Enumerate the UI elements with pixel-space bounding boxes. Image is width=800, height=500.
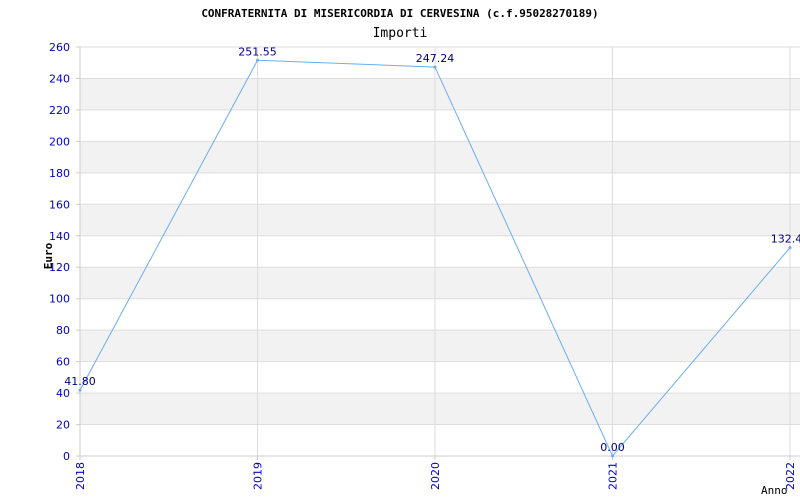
data-point: [256, 58, 259, 62]
plot-band: [80, 330, 800, 362]
data-label: 247.24: [416, 52, 455, 65]
y-tick-label: 260: [49, 41, 70, 54]
chart: 0 20 40 60 80 100 120 140 160 180 200 220 240 260 2018…: [0, 0, 800, 500]
plot-band: [80, 267, 800, 299]
y-tick-label: 180: [49, 167, 70, 180]
data-label: 41.80: [64, 375, 96, 388]
y-tick-label: 40: [56, 387, 70, 400]
plot-band: [80, 141, 800, 173]
data-point: [611, 454, 614, 458]
data-label: 251.55: [238, 45, 277, 58]
y-tick-label: 240: [49, 72, 70, 85]
plot-band: [80, 78, 800, 110]
data-point: [433, 65, 437, 69]
x-tick-label: 2021: [607, 462, 620, 490]
data-label: 132.44: [771, 233, 800, 246]
y-tick-label: 200: [49, 135, 70, 148]
y-axis-label: Euro: [42, 242, 55, 269]
x-tick-label: 2019: [252, 462, 265, 490]
y-tick-label: 60: [56, 356, 70, 369]
y-tick-label: 20: [56, 419, 70, 432]
y-tick-label: 220: [49, 104, 70, 117]
x-tick-label: 2020: [429, 462, 442, 490]
chart-title: CONFRATERNITA DI MISERICORDIA DI CERVESI…: [201, 7, 598, 20]
plot-background-bands: [80, 78, 800, 425]
x-tick-label: 2018: [74, 462, 87, 490]
data-point: [78, 388, 82, 392]
line-chart-svg: 0204060801001201401601802002202402602018…: [42, 7, 800, 497]
y-tick-label: 0: [63, 450, 70, 463]
x-axis-label: Anno: [761, 484, 788, 497]
y-tick-label: 160: [49, 198, 70, 211]
data-label: 0.00: [600, 441, 625, 454]
y-tick-label: 140: [49, 230, 70, 243]
y-tick-label: 100: [49, 293, 70, 306]
chart-subtitle: Importi: [373, 26, 428, 41]
plot-band: [80, 204, 800, 236]
plot-band: [80, 393, 800, 425]
data-point: [788, 246, 792, 250]
y-tick-label: 80: [56, 324, 70, 337]
